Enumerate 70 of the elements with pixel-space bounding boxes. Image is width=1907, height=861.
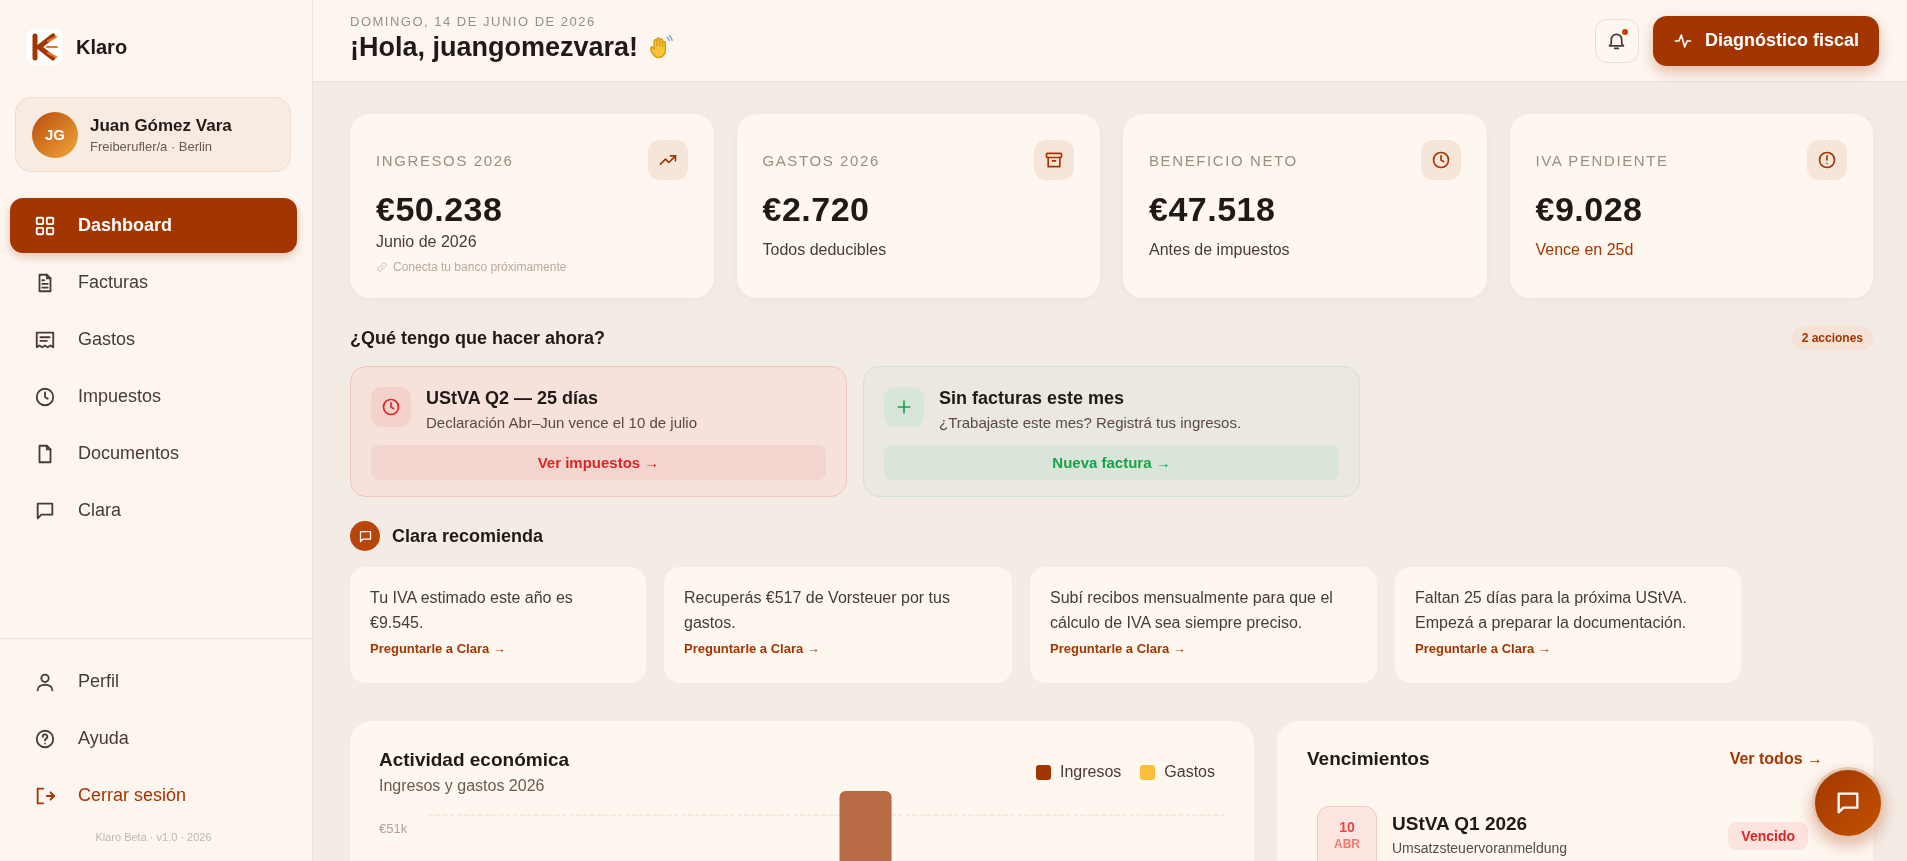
stat-label: BENEFICIO NETO <box>1149 151 1298 169</box>
nav-item[interactable]: Clara <box>10 483 297 538</box>
stat-value: €9.028 <box>1535 190 1644 229</box>
date-day: 10 <box>1339 819 1355 835</box>
recommendation-text: Faltan 25 días para la próxima UStVA. Empezá a preparar la documentación. <box>1415 588 1688 633</box>
stat-note: Todos deducibles <box>762 241 888 259</box>
stat-value: €50.238 <box>376 190 504 229</box>
section-title: Clara recomienda <box>392 525 544 547</box>
action-title: Sin facturas este mes <box>939 388 1126 409</box>
nav-item[interactable]: Gastos <box>10 312 297 367</box>
stat-note: Vence en 25d <box>1535 241 1635 259</box>
nav-item[interactable]: Perfil <box>10 654 297 709</box>
notifications-button[interactable] <box>1594 18 1639 63</box>
stat-value: €47.518 <box>1149 190 1277 229</box>
user-card[interactable]: JG Juan Gómez Vara Freiberufler/a · Berlin <box>15 97 291 172</box>
section-title: ¿Qué tengo que hacer ahora? <box>350 327 606 349</box>
status-badge: Vencido <box>1728 822 1808 850</box>
stat-label: GASTOS 2026 <box>762 151 880 169</box>
card-title: Vencimientos <box>1307 748 1430 770</box>
deadline-title: UStVA Q1 2026 <box>1392 813 1529 835</box>
app-name: Klaro <box>76 35 128 59</box>
ask-assistant-link[interactable]: Preguntarle a Clara → <box>1050 641 1357 656</box>
logout-link[interactable]: Cerrar sesión <box>10 768 297 823</box>
grid-icon <box>34 214 56 237</box>
clock-icon <box>1430 150 1451 170</box>
action-button[interactable]: Ver impuestos → <box>371 445 826 480</box>
avatar: JG <box>32 111 78 158</box>
logo-icon <box>27 29 63 65</box>
greeting: ¡Hola, juangomezvara! <box>350 32 639 63</box>
stat-label: INGRESOS 2026 <box>376 151 514 169</box>
nav-item[interactable]: Dashboard <box>10 198 297 253</box>
legend-label: Ingresos <box>1059 763 1122 781</box>
recommendation-text: Recuperás €517 de Vorsteuer por tus gastos. <box>684 588 951 633</box>
nav-item[interactable]: Documentos <box>10 426 297 481</box>
chat-icon <box>357 528 373 544</box>
nav-item[interactable]: Impuestos <box>10 369 297 424</box>
date-text: DOMINGO, 14 DE JUNIO DE 2026 <box>350 14 597 29</box>
help-icon <box>34 727 56 750</box>
view-all-link[interactable]: Ver todos → <box>1729 750 1823 768</box>
stat-note: Antes de impuestos <box>1149 241 1291 259</box>
axis-label: €51k <box>379 821 409 836</box>
stat-note: Junio de 2026 <box>376 233 478 251</box>
link-icon <box>376 261 388 273</box>
ask-assistant-link[interactable]: Preguntarle a Clara → <box>370 641 626 656</box>
user-name: Juan Gómez Vara <box>90 115 232 136</box>
deadline-subtitle: Umsatzsteuervoranmeldung <box>1392 840 1569 856</box>
hint-text: Conecta tu banco próximamente <box>393 260 567 274</box>
diagnostic-button[interactable]: Diagnóstico fiscal <box>1652 15 1879 66</box>
legend-label: Gastos <box>1164 763 1215 781</box>
date-month: ABR <box>1334 837 1360 851</box>
count-badge: 2 acciones <box>1791 326 1873 350</box>
ask-assistant-link[interactable]: Preguntarle a Clara → <box>684 641 992 656</box>
card-title: Actividad económica <box>379 749 570 771</box>
clock-icon <box>34 385 56 408</box>
version-text: Klaro Beta · v1.0 · 2026 <box>94 831 213 843</box>
action-title: UStVA Q2 — 25 días <box>426 388 600 409</box>
clock-icon <box>381 397 401 417</box>
recommendation-text: Subí recibos mensualmente para que el cálculo de IVA sea siempre preciso. <box>1050 588 1334 633</box>
nav-item[interactable]: Ayuda <box>10 711 297 766</box>
nav-item[interactable]: Facturas <box>10 255 297 310</box>
stat-label: IVA PENDIENTE <box>1535 151 1669 169</box>
archive-icon <box>1044 150 1064 170</box>
stat-value: €2.720 <box>762 190 871 229</box>
alert-circle-icon <box>1817 150 1837 170</box>
recommendation-text: Tu IVA estimado este año es €9.545. <box>370 588 574 633</box>
user-subtitle: Freiberufler/a · Berlin <box>90 138 214 154</box>
card-subtitle: Ingresos y gastos 2026 <box>379 777 546 795</box>
action-description: Declaración Abr–Jun vence el 10 de julio <box>426 414 697 431</box>
ask-assistant-link[interactable]: Preguntarle a Clara → <box>1415 641 1721 656</box>
action-description: ¿Trabajaste este mes? Registrá tus ingresos. <box>939 414 1242 431</box>
